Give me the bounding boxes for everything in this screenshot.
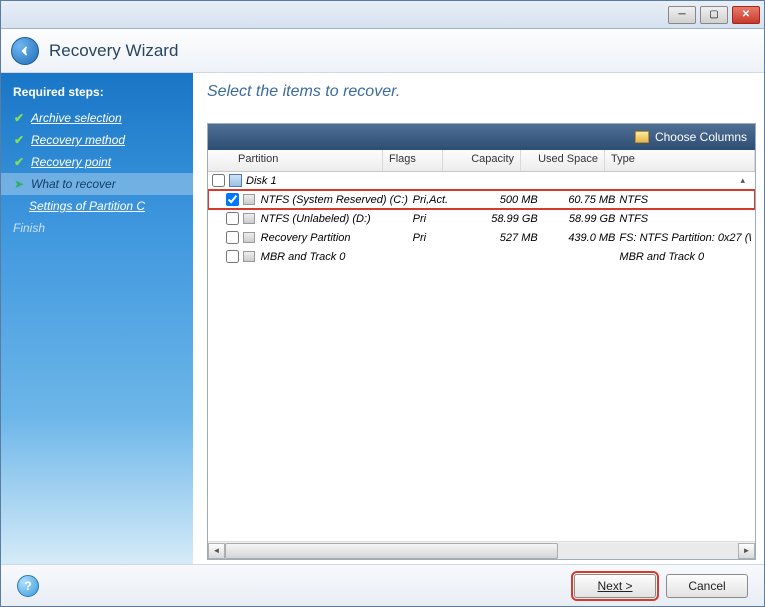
collapse-icon[interactable]: ▴ (740, 175, 751, 186)
disk-label: Disk 1 (246, 175, 277, 187)
step-recovery-point[interactable]: ✔ Recovery point (1, 151, 193, 173)
main-panel: Select the items to recover. Choose Colu… (193, 73, 764, 564)
check-icon: ✔ (13, 156, 25, 168)
step-finish: Finish (1, 217, 193, 239)
disk-checkbox[interactable] (212, 174, 225, 187)
help-button[interactable]: ? (17, 575, 39, 597)
disk-group-row[interactable]: Disk 1 ▴ (208, 172, 755, 190)
partition-used: 58.99 GB (542, 213, 616, 225)
partition-flags: Pri (413, 232, 466, 244)
step-label: Settings of Partition C (29, 199, 145, 213)
step-archive-selection[interactable]: ✔ Archive selection (1, 107, 193, 129)
col-partition[interactable]: Partition (232, 150, 383, 171)
wizard-title: Recovery Wizard (49, 41, 178, 61)
choose-columns-button[interactable]: Choose Columns (208, 124, 755, 150)
partition-icon (243, 232, 255, 243)
partition-row[interactable]: NTFS (Unlabeled) (D:)Pri58.99 GB58.99 GB… (208, 209, 755, 228)
choose-columns-label: Choose Columns (655, 130, 747, 144)
close-button[interactable]: ✕ (732, 6, 760, 24)
partition-flags: Pri (413, 213, 466, 225)
check-icon: ✔ (13, 134, 25, 146)
partition-type: MBR and Track 0 (619, 251, 751, 263)
partition-capacity: 527 MB (469, 232, 537, 244)
wizard-header: Recovery Wizard (1, 29, 764, 73)
step-label: Finish (13, 221, 45, 235)
partition-name: Recovery Partition (259, 232, 409, 244)
scroll-thumb[interactable] (225, 543, 558, 559)
partition-row[interactable]: NTFS (System Reserved) (C:) Pri,Act.500 M… (208, 190, 755, 209)
partition-icon (243, 213, 255, 224)
scroll-left-button[interactable]: ◄ (208, 543, 225, 559)
minimize-button[interactable]: ─ (668, 6, 696, 24)
partition-icon (243, 194, 255, 205)
col-capacity[interactable]: Capacity (443, 150, 521, 171)
columns-icon (635, 131, 649, 143)
step-recovery-method[interactable]: ✔ Recovery method (1, 129, 193, 151)
step-label: Recovery method (31, 133, 125, 147)
step-label: What to recover (31, 177, 116, 191)
partition-checkbox[interactable] (226, 250, 239, 263)
column-headers: Partition Flags Capacity Used Space Type (208, 150, 755, 172)
sidebar: Required steps: ✔ Archive selection ✔ Re… (1, 73, 193, 564)
next-button[interactable]: Next > (574, 574, 656, 598)
partition-icon (243, 251, 255, 262)
scroll-right-button[interactable]: ► (738, 543, 755, 559)
partition-checkbox[interactable] (226, 231, 239, 244)
arrow-right-icon: ➤ (13, 178, 25, 190)
sidebar-heading: Required steps: (1, 81, 193, 107)
partition-name: MBR and Track 0 (259, 251, 409, 263)
col-flags[interactable]: Flags (383, 150, 443, 171)
check-icon: ✔ (13, 112, 25, 124)
maximize-button[interactable]: ▢ (700, 6, 728, 24)
partition-capacity: 58.99 GB (469, 213, 537, 225)
col-used-space[interactable]: Used Space (521, 150, 605, 171)
recovery-wizard-window: ─ ▢ ✕ Recovery Wizard Required steps: ✔ … (0, 0, 765, 607)
partition-row[interactable]: Recovery Partition Pri527 MB 439.0 MBFS: N… (208, 228, 755, 247)
partition-used: 60.75 MB (542, 194, 616, 206)
partition-name: NTFS (Unlabeled) (D:) (259, 213, 409, 225)
partition-list: Choose Columns Partition Flags Capacity … (207, 123, 756, 560)
step-settings-partition-c[interactable]: Settings of Partition C (1, 195, 193, 217)
partition-name: NTFS (System Reserved) (C:) (259, 194, 409, 206)
partition-row[interactable]: MBR and Track 0 MBR and Track 0 (208, 247, 755, 266)
disk-icon (229, 174, 242, 187)
step-what-to-recover[interactable]: ➤ What to recover (1, 173, 193, 195)
step-label: Recovery point (31, 155, 111, 169)
partition-used: 439.0 MB (542, 232, 616, 244)
partition-checkbox[interactable] (226, 193, 239, 206)
partition-type: NTFS (619, 213, 751, 225)
partition-capacity: 500 MB (469, 194, 537, 206)
partition-flags: Pri,Act. (413, 194, 466, 206)
partition-checkbox[interactable] (226, 212, 239, 225)
back-button[interactable] (11, 37, 39, 65)
partition-type: NTFS (619, 194, 751, 206)
arrow-left-icon (18, 44, 32, 58)
partition-type: FS: NTFS Partition: 0x27 (Wi (619, 232, 751, 244)
partition-grid: Disk 1 ▴ NTFS (System Reserved) (C:) Pri,… (208, 172, 755, 541)
page-title: Select the items to recover. (207, 83, 756, 101)
step-label: Archive selection (31, 111, 122, 125)
cancel-button[interactable]: Cancel (666, 574, 748, 598)
titlebar: ─ ▢ ✕ (1, 1, 764, 29)
col-type[interactable]: Type (605, 150, 755, 171)
horizontal-scrollbar[interactable]: ◄ ► (208, 541, 755, 559)
footer: ? Next > Cancel (1, 564, 764, 606)
